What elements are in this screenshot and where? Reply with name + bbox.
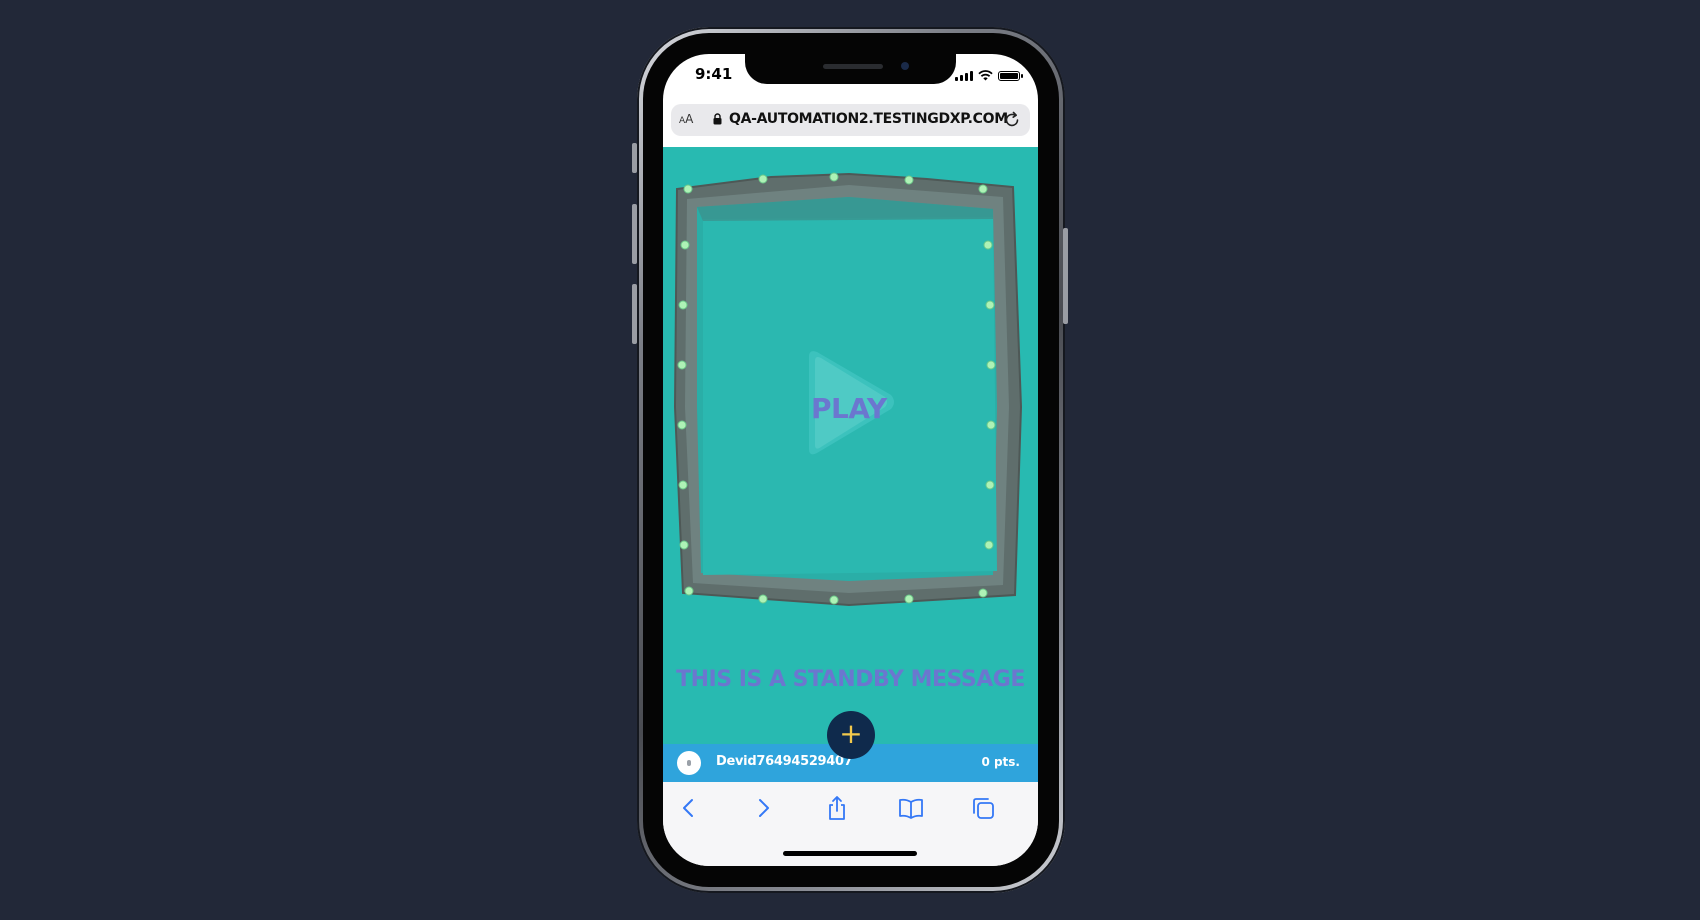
lock-icon [713, 113, 722, 125]
play-label[interactable]: PLAY [811, 392, 887, 425]
status-time: 9:41 [695, 65, 733, 83]
status-icons [955, 69, 1023, 81]
tabs-icon[interactable] [969, 794, 997, 822]
home-indicator[interactable] [783, 851, 917, 856]
cellular-signal-icon [955, 71, 973, 81]
bookmarks-icon[interactable] [897, 794, 925, 822]
battery-icon [998, 71, 1023, 81]
front-camera [901, 62, 909, 70]
player-points: 0 pts. [981, 755, 1020, 769]
forward-icon[interactable] [749, 794, 777, 822]
address-bar[interactable]: AA QA-AUTOMATION2.TESTINGDXP.COM [671, 104, 1030, 136]
avatar[interactable] [677, 751, 701, 775]
volume-up-button [632, 204, 637, 264]
power-button [1063, 228, 1068, 324]
phone-screen: 9:41 AA QA-AUTOMATION2.TESTINGDXP.COM PL… [663, 54, 1038, 866]
game-area: PLAY THIS IS A STANDBY MESSAGE + Devid76… [663, 147, 1038, 782]
url-text[interactable]: QA-AUTOMATION2.TESTINGDXP.COM [729, 111, 1008, 127]
text-size-button[interactable]: AA [679, 112, 693, 126]
standby-message: THIS IS A STANDBY MESSAGE [676, 667, 1025, 692]
volume-down-button [632, 284, 637, 344]
mute-switch [632, 143, 637, 173]
back-icon[interactable] [675, 794, 703, 822]
player-username: Devid76494529407 [716, 754, 853, 769]
wifi-icon [978, 70, 993, 81]
notch [745, 54, 956, 84]
reload-icon[interactable] [1002, 110, 1022, 130]
add-button[interactable]: + [827, 711, 875, 759]
share-icon[interactable] [823, 794, 851, 822]
speaker-grille [823, 64, 883, 69]
